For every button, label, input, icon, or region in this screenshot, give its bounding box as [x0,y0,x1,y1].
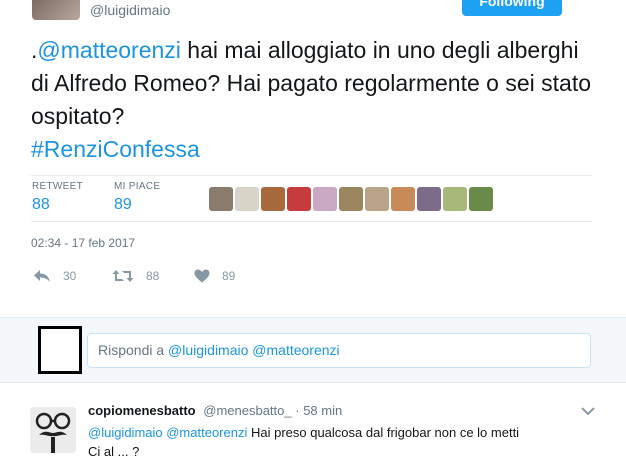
reply-time[interactable]: 58 min [303,403,342,418]
like-stat[interactable]: MI PIACE 89 [114,181,160,214]
reply-text-line2: Ci al ... ? [88,444,140,459]
reply-composer: Rispondi a @luigidimaio @matteorenzi [0,317,626,383]
liker-avatar[interactable] [443,187,467,211]
liker-avatar[interactable] [365,187,389,211]
author-avatar[interactable] [32,0,80,20]
heart-icon [194,269,210,283]
chevron-down-icon[interactable] [581,407,595,416]
tweet-actions: 30 88 89 [31,266,331,288]
reply-author-name[interactable]: copiomenesbatto [88,403,196,418]
tweet-header: @luigidimaio Following [0,0,626,30]
liker-avatar[interactable] [235,187,259,211]
liker-avatar[interactable] [469,187,493,211]
tweet-hashtag[interactable]: #RenziConfessa [31,136,200,162]
tweet-stats: RETWEET 88 MI PIACE 89 [31,175,592,221]
reply-count: 30 [63,269,77,283]
tweet-text: .@matteorenzi hai mai alloggiato in uno … [31,34,591,166]
liker-avatar[interactable] [287,187,311,211]
following-button[interactable]: Following [462,0,562,16]
retweet-action[interactable]: 88 [112,266,159,286]
reply-text: @luigidimaio @matteorenzi Hai preso qual… [88,423,598,463]
like-stat-label: MI PIACE [114,181,161,192]
reply-tweet[interactable]: copiomenesbatto @menesbatto_ · 58 min @l… [0,393,626,459]
like-stat-count: 89 [114,196,132,213]
reply-separator: · [295,403,300,418]
liker-avatar[interactable] [313,187,337,211]
retweet-count: 88 [146,269,160,283]
retweet-stat[interactable]: RETWEET 88 [32,181,83,214]
reply-input[interactable]: Rispondi a @luigidimaio @matteorenzi [87,333,591,368]
tweet-timestamp[interactable]: 02:34 - 17 feb 2017 [31,236,135,250]
reply-text-mentions[interactable]: @luigidimaio @matteorenzi [88,425,247,440]
liker-avatar[interactable] [417,187,441,211]
like-count: 89 [222,269,236,283]
reply-action[interactable]: 30 [33,266,76,286]
author-handle[interactable]: @luigidimaio [90,2,170,18]
user-avatar [38,326,82,374]
reply-placeholder-mentions: @luigidimaio @matteorenzi [168,342,340,358]
tweet-mention[interactable]: @matteorenzi [37,37,181,63]
liker-avatar[interactable] [261,187,285,211]
reply-author-avatar[interactable] [30,407,76,453]
reply-placeholder-prefix: Rispondi a [98,342,169,358]
divider [31,221,592,222]
liker-avatar[interactable] [209,187,233,211]
reply-author-handle[interactable]: @menesbatto_ [203,403,291,418]
reply-text-line1: Hai preso qualcosa dal frigobar non ce l… [247,425,520,440]
like-action[interactable]: 89 [194,266,235,286]
reply-icon [34,270,50,282]
liker-avatar[interactable] [391,187,415,211]
reply-header: copiomenesbatto @menesbatto_ · 58 min [88,403,342,418]
retweet-icon [112,270,134,282]
mustache-face-icon [30,407,76,453]
retweet-stat-label: RETWEET [32,181,83,192]
retweet-stat-count: 88 [32,196,50,213]
liker-avatar[interactable] [339,187,363,211]
